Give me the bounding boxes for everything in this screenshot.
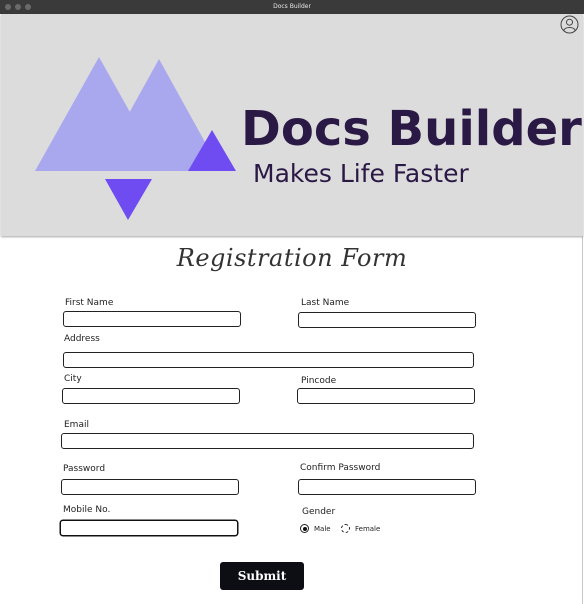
email-input[interactable] <box>61 433 474 449</box>
radio-checked-icon[interactable] <box>300 524 309 533</box>
header-banner: Docs Builder Makes Life Faster <box>1 14 583 236</box>
gender-option-label: Female <box>355 524 381 533</box>
form-title: Registration Form <box>176 244 408 272</box>
user-circle-icon[interactable] <box>560 15 579 34</box>
password-label: Password <box>63 464 106 474</box>
city-label: City <box>64 374 82 384</box>
last-name-input[interactable] <box>298 312 476 328</box>
window-titlebar: Docs Builder <box>0 0 584 14</box>
gender-option-female[interactable]: Female <box>341 524 380 533</box>
address-input[interactable] <box>63 352 474 368</box>
logo-inverted-triangle-shape <box>105 179 152 220</box>
first-name-input[interactable] <box>63 311 241 327</box>
last-name-label: Last Name <box>301 298 350 308</box>
brand-tagline: Makes Life Faster <box>253 159 469 188</box>
email-label: Email <box>64 420 89 430</box>
address-label: Address <box>64 334 100 344</box>
gender-label: Gender <box>302 507 336 517</box>
brand-name: Docs Builder <box>241 101 582 157</box>
pincode-label: Pincode <box>301 376 337 386</box>
gender-option-male[interactable]: Male <box>300 524 331 533</box>
first-name-label: First Name <box>65 298 114 308</box>
brand-logo: Docs Builder Makes Life Faster <box>35 57 582 220</box>
mobile-label: Mobile No. <box>63 505 111 515</box>
confirm-password-label: Confirm Password <box>300 463 381 473</box>
city-input[interactable] <box>62 388 240 404</box>
pincode-input[interactable] <box>297 388 475 404</box>
gender-option-label: Male <box>314 524 331 533</box>
mobile-input[interactable] <box>60 520 238 536</box>
radio-unchecked-icon[interactable] <box>341 524 350 533</box>
confirm-password-input[interactable] <box>298 479 476 495</box>
window-title: Docs Builder <box>273 3 311 10</box>
submit-button[interactable]: Submit <box>220 562 304 590</box>
password-input[interactable] <box>61 479 239 495</box>
